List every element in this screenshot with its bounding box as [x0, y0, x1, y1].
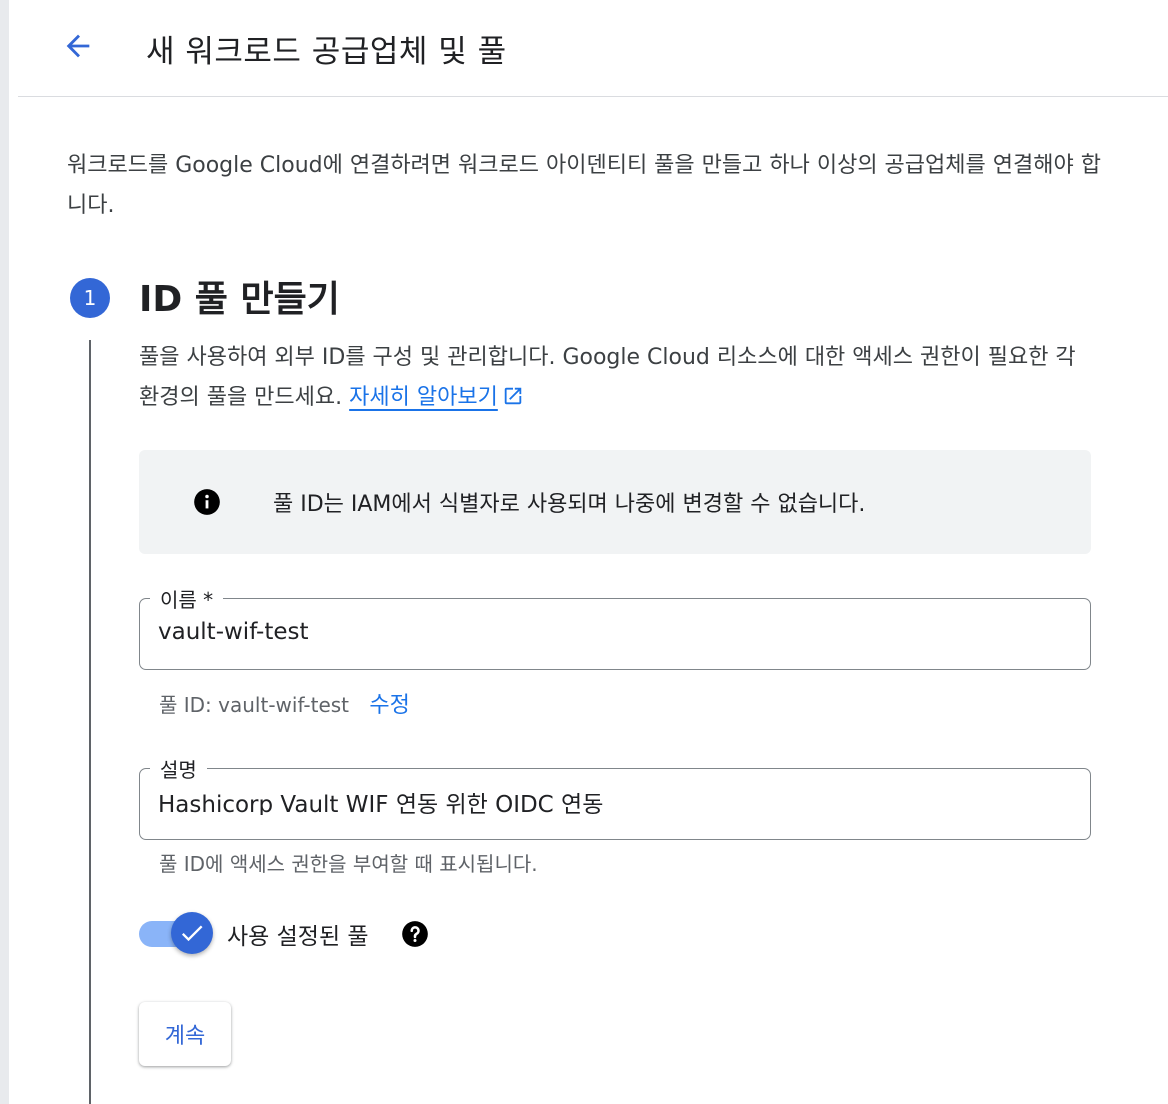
check-icon [181, 925, 203, 942]
intro-text: 워크로드를 Google Cloud에 연결하려면 워크로드 아이덴티티 풀을 … [67, 153, 1101, 218]
page-frame: 새 워크로드 공급업체 및 풀 워크로드를 Google Cloud에 연결하려… [0, 0, 1168, 1104]
step-connector-line [89, 340, 91, 1104]
info-text: 풀 ID는 IAM에서 식별자로 사용되며 나중에 변경할 수 없습니다. [273, 492, 866, 517]
toggle-knob [171, 912, 213, 954]
pool-id-text: 풀 ID: vault-wif-test [159, 693, 350, 717]
back-button[interactable] [56, 24, 100, 68]
step-title: ID 풀 만들기 [139, 279, 340, 320]
learn-more-link[interactable]: 자세히 알아보기 [349, 385, 498, 410]
enabled-pool-label: 사용 설정된 풀 [227, 924, 369, 950]
name-input[interactable] [158, 619, 1068, 645]
description-field-label: 설명 [150, 754, 207, 783]
step-number-badge: 1 [70, 278, 110, 318]
description-field: 설명 [139, 754, 1091, 840]
arrow-back-icon [66, 34, 90, 58]
description-hint: 풀 ID에 액세스 권한을 부여할 때 표시됩니다. [159, 852, 538, 876]
enabled-pool-toggle[interactable] [139, 912, 213, 956]
page-header: 새 워크로드 공급업체 및 풀 [18, 0, 1168, 97]
pool-id-hint: 풀 ID: vault-wif-test 수정 [159, 687, 410, 719]
edit-pool-id-link[interactable]: 수정 [369, 693, 409, 718]
info-icon [194, 489, 220, 515]
description-input[interactable] [158, 789, 1068, 815]
learn-more-label: 자세히 알아보기 [349, 385, 498, 410]
name-field-label: 이름 * [150, 584, 224, 613]
external-link-icon[interactable] [502, 385, 524, 407]
info-banner: 풀 ID는 IAM에서 식별자로 사용되며 나중에 변경할 수 없습니다. [139, 450, 1091, 554]
page-title: 새 워크로드 공급업체 및 풀 [146, 34, 507, 70]
step-description-text: 풀을 사용하여 외부 ID를 구성 및 관리합니다. Google Cloud … [139, 345, 1076, 410]
continue-button[interactable]: 계속 [139, 1002, 231, 1066]
help-icon[interactable] [401, 920, 429, 948]
name-field: 이름 * [139, 584, 1091, 670]
step-description: 풀을 사용하여 외부 ID를 구성 및 관리합니다. Google Cloud … [139, 338, 1099, 418]
